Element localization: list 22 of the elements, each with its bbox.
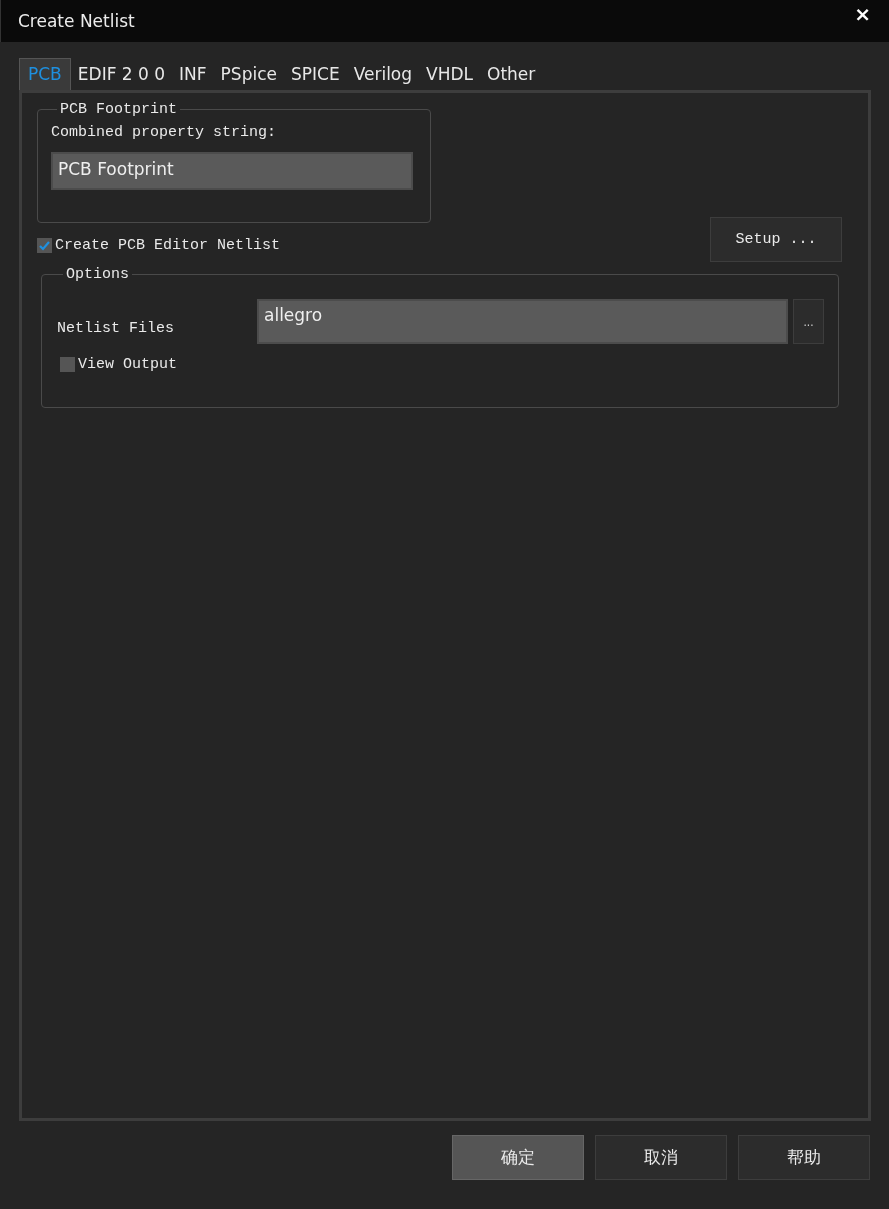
group-title: Options [65, 266, 130, 283]
checkbox-label: View Output [78, 356, 178, 373]
field-label: Combined property string: [51, 124, 278, 141]
dialog-button[interactable]: 取消 [595, 1135, 727, 1180]
tab[interactable]: INF [172, 60, 214, 90]
tab[interactable]: VHDL [419, 60, 481, 90]
dialog-button[interactable]: 帮助 [738, 1135, 870, 1180]
input-field[interactable]: PCB Footprint [51, 152, 413, 190]
group-title: PCB Footprint [59, 101, 179, 118]
field-label: Netlist Files [57, 320, 176, 337]
tab[interactable]: Verilog [346, 60, 420, 90]
setup-button[interactable]: Setup ... [710, 217, 842, 262]
checkbox-label: Create PCB Editor Netlist [55, 237, 281, 254]
close-button[interactable]: × [854, 2, 871, 26]
tab[interactable]: SPICE [284, 60, 347, 90]
input-field[interactable]: allegro [257, 299, 788, 344]
dialog-button[interactable]: 确定 [452, 1135, 584, 1180]
tab[interactable]: PSpice [213, 60, 284, 90]
tab[interactable]: EDIF 2 0 0 [70, 60, 173, 90]
tab[interactable]: Other [480, 60, 543, 90]
browse-button[interactable]: ... [793, 299, 824, 344]
window-title: Create Netlist [18, 11, 135, 31]
